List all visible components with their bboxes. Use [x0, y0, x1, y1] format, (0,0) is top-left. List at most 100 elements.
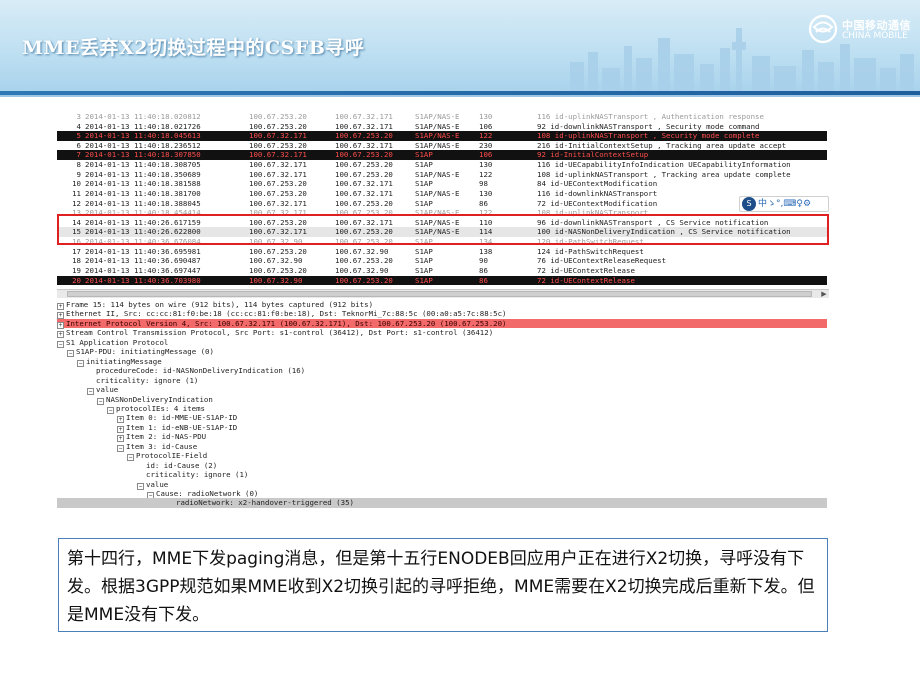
detail-tree-row[interactable]: + Item 1: id-eNB-UE-S1AP-ID: [57, 422, 827, 433]
packet-destination: 100.67.32.90: [335, 265, 389, 275]
detail-tree-row[interactable]: − value: [57, 385, 827, 396]
packet-row[interactable]: 18 2014-01-13 11:40:36.690487 100.67.32.90…: [57, 256, 827, 266]
packet-destination: 100.67.253.20: [335, 169, 393, 179]
detail-tree-row[interactable]: + Ethernet II, Src: cc:cc:81:f0:be:18 (cc…: [57, 309, 827, 320]
packet-no: 8: [76, 160, 81, 170]
packet-info: 92 id-downlinkNASTransport , Security mo…: [537, 121, 760, 131]
detail-tree-text: NASNonDeliveryIndication: [106, 394, 213, 404]
packet-no: 18: [72, 256, 81, 266]
packet-source: 100.67.32.171: [249, 150, 307, 160]
detail-tree-text: Frame 15: 114 bytes on wire (912 bits), …: [66, 300, 374, 309]
packet-row[interactable]: 10 2014-01-13 11:40:18.381588 100.67.253.2…: [57, 179, 827, 189]
packet-destination: 100.67.32.171: [335, 179, 393, 189]
scroll-right-arrow-icon[interactable]: ▶: [820, 290, 828, 298]
packet-info: 84 id-UEContextModification: [537, 179, 658, 189]
detail-tree-row[interactable]: − value: [57, 480, 827, 490]
detail-tree-text: Cause: radioNetwork (0): [156, 489, 259, 498]
packet-source: 100.67.253.20: [249, 112, 307, 121]
packet-row[interactable]: 9 2014-01-13 11:40:18.350689 100.67.32.171…: [57, 170, 827, 180]
packet-protocol: S1AP: [415, 160, 433, 170]
packet-source: 100.67.253.20: [249, 265, 307, 275]
detail-tree-row[interactable]: procedureCode: id-NASNonDeliveryIndicati…: [57, 366, 827, 375]
packet-destination: 100.67.253.20: [335, 150, 393, 160]
packet-protocol: S1AP: [415, 265, 433, 275]
detail-tree-row[interactable]: − initiatingMessage: [57, 356, 827, 367]
packet-list-scrollbar[interactable]: ▶: [57, 289, 829, 298]
packet-no: 10: [72, 179, 81, 189]
detail-tree-row[interactable]: − ProtocolIE-Field: [57, 451, 827, 462]
detail-tree-row[interactable]: − Item 3: id-Cause: [57, 442, 827, 452]
packet-source: 100.67.32.171: [249, 131, 307, 141]
detail-tree-row[interactable]: + Internet Protocol Version 4, Src: 100.6…: [57, 318, 827, 329]
packet-length: 122: [479, 131, 493, 141]
packet-info: 116 id-uplinkNASTransport , Authenticati…: [537, 112, 764, 121]
detail-tree-text: Item 1: id-eNB-UE-S1AP-ID: [126, 422, 238, 432]
packet-info: 116 id-downlinkNASTransport: [537, 188, 658, 198]
detail-tree-text: procedureCode: id-NASNonDeliveryIndicati…: [96, 366, 306, 376]
detail-tree-row[interactable]: + Item 0: id-MME-UE-S1AP-ID: [57, 413, 827, 424]
ime-toolbar[interactable]: S 中ゝ°,⌨♀⚙: [739, 196, 829, 212]
packet-destination: 100.67.253.20: [335, 160, 393, 170]
packet-info: 108 id-uplinkNASTransport , Tracking are…: [537, 169, 791, 179]
packet-time: 2014-01-13 11:40:36.703980: [85, 275, 201, 285]
packet-row[interactable]: 20 2014-01-13 11:40:36.703980 100.67.32.90…: [57, 275, 827, 286]
packet-no: 5: [76, 131, 81, 141]
detail-tree-row[interactable]: − S1AP-PDU: initiatingMessage (0): [57, 347, 827, 358]
packet-info: 116 id-UECapabilityInfoIndication UECapa…: [537, 160, 791, 170]
packet-row[interactable]: 17 2014-01-13 11:40:36.695981 100.67.253.2…: [57, 247, 827, 257]
detail-tree-row[interactable]: + Item 2: id-NAS-PDU: [57, 432, 827, 443]
packet-protocol: S1AP/NAS-E: [415, 131, 460, 141]
packet-row[interactable]: 5 2014-01-13 11:40:18.045613 100.67.32.171…: [57, 131, 827, 141]
packet-destination: 100.67.32.171: [335, 188, 393, 198]
packet-length: 130: [479, 112, 493, 121]
packet-info: 92 id-InitialContextSetup: [537, 150, 649, 160]
detail-tree-row[interactable]: − NASNonDeliveryIndication: [57, 394, 827, 405]
detail-tree-row[interactable]: radioNetwork: x2-handover-triggered (35): [57, 498, 827, 508]
packet-protocol: S1AP: [415, 275, 433, 285]
packet-protocol: S1AP: [415, 256, 433, 266]
packet-no: 3: [76, 112, 81, 121]
packet-row[interactable]: 8 2014-01-13 11:40:18.308705 100.67.32.171…: [57, 160, 827, 170]
detail-tree-row[interactable]: + Frame 15: 114 bytes on wire (912 bits),…: [57, 300, 827, 310]
detail-tree-row[interactable]: criticality: ignore (1): [57, 470, 827, 479]
packet-length: 106: [479, 121, 493, 131]
packet-time: 2014-01-13 11:40:18.236512: [85, 140, 201, 150]
packet-time: 2014-01-13 11:40:18.350689: [85, 169, 201, 179]
packet-length: 98: [479, 179, 488, 189]
packet-no: 7: [76, 150, 81, 160]
packet-destination: 100.67.32.90: [335, 246, 389, 256]
packet-protocol: S1AP: [415, 198, 433, 208]
packet-row[interactable]: 6 2014-01-13 11:40:18.236512 100.67.253.20…: [57, 141, 827, 151]
packet-time: 2014-01-13 11:40:18.381588: [85, 179, 201, 189]
detail-tree-row[interactable]: − protocolIEs: 4 items: [57, 404, 827, 414]
china-mobile-brand: 中国移动通信 CHINA MOBILE: [808, 14, 918, 50]
packet-row[interactable]: 11 2014-01-13 11:40:18.381700 100.67.253.2…: [57, 189, 827, 199]
packet-time: 2014-01-13 11:40:18.307850: [85, 150, 201, 160]
packet-time: 2014-01-13 11:40:18.388045: [85, 198, 201, 208]
packet-no: 11: [72, 188, 81, 198]
packet-row[interactable]: 19 2014-01-13 11:40:36.697447 100.67.253.2…: [57, 266, 827, 276]
packet-no: 4: [76, 121, 81, 131]
detail-tree-row[interactable]: criticality: ignore (1): [57, 376, 827, 385]
packet-length: 90: [479, 256, 488, 266]
detail-tree-text: S1 Application Protocol: [66, 337, 169, 347]
detail-tree-text: value: [96, 385, 119, 395]
packet-source: 100.67.32.90: [249, 275, 303, 285]
detail-tree-text: Internet Protocol Version 4, Src: 100.67…: [66, 318, 507, 328]
packet-destination: 100.67.32.171: [335, 140, 393, 150]
packet-row[interactable]: 3 2014-01-13 11:40:18.020812 100.67.253.20…: [57, 112, 827, 122]
packet-protocol: S1AP/NAS-E: [415, 140, 460, 150]
packet-row[interactable]: 4 2014-01-13 11:40:18.021726 100.67.253.20…: [57, 122, 827, 132]
detail-tree-row[interactable]: − Cause: radioNetwork (0): [57, 489, 827, 499]
scrollbar-thumb[interactable]: [67, 291, 812, 297]
detail-tree-row[interactable]: + Stream Control Transmission Protocol, S…: [57, 328, 827, 339]
packet-source: 100.67.253.20: [249, 179, 307, 189]
packet-row[interactable]: 12 2014-01-13 11:40:18.388045 100.67.32.17…: [57, 199, 827, 209]
packet-protocol: S1AP/NAS-E: [415, 121, 460, 131]
detail-tree-text: S1AP-PDU: initiatingMessage (0): [76, 347, 214, 357]
detail-tree-row[interactable]: − S1 Application Protocol: [57, 337, 827, 348]
detail-tree-row[interactable]: id: id-Cause (2): [57, 461, 827, 470]
detail-tree-text: initiatingMessage: [86, 356, 162, 366]
packet-row[interactable]: 7 2014-01-13 11:40:18.307850 100.67.32.171…: [57, 150, 827, 161]
packet-info: 72 id-UEContextModification: [537, 198, 658, 208]
